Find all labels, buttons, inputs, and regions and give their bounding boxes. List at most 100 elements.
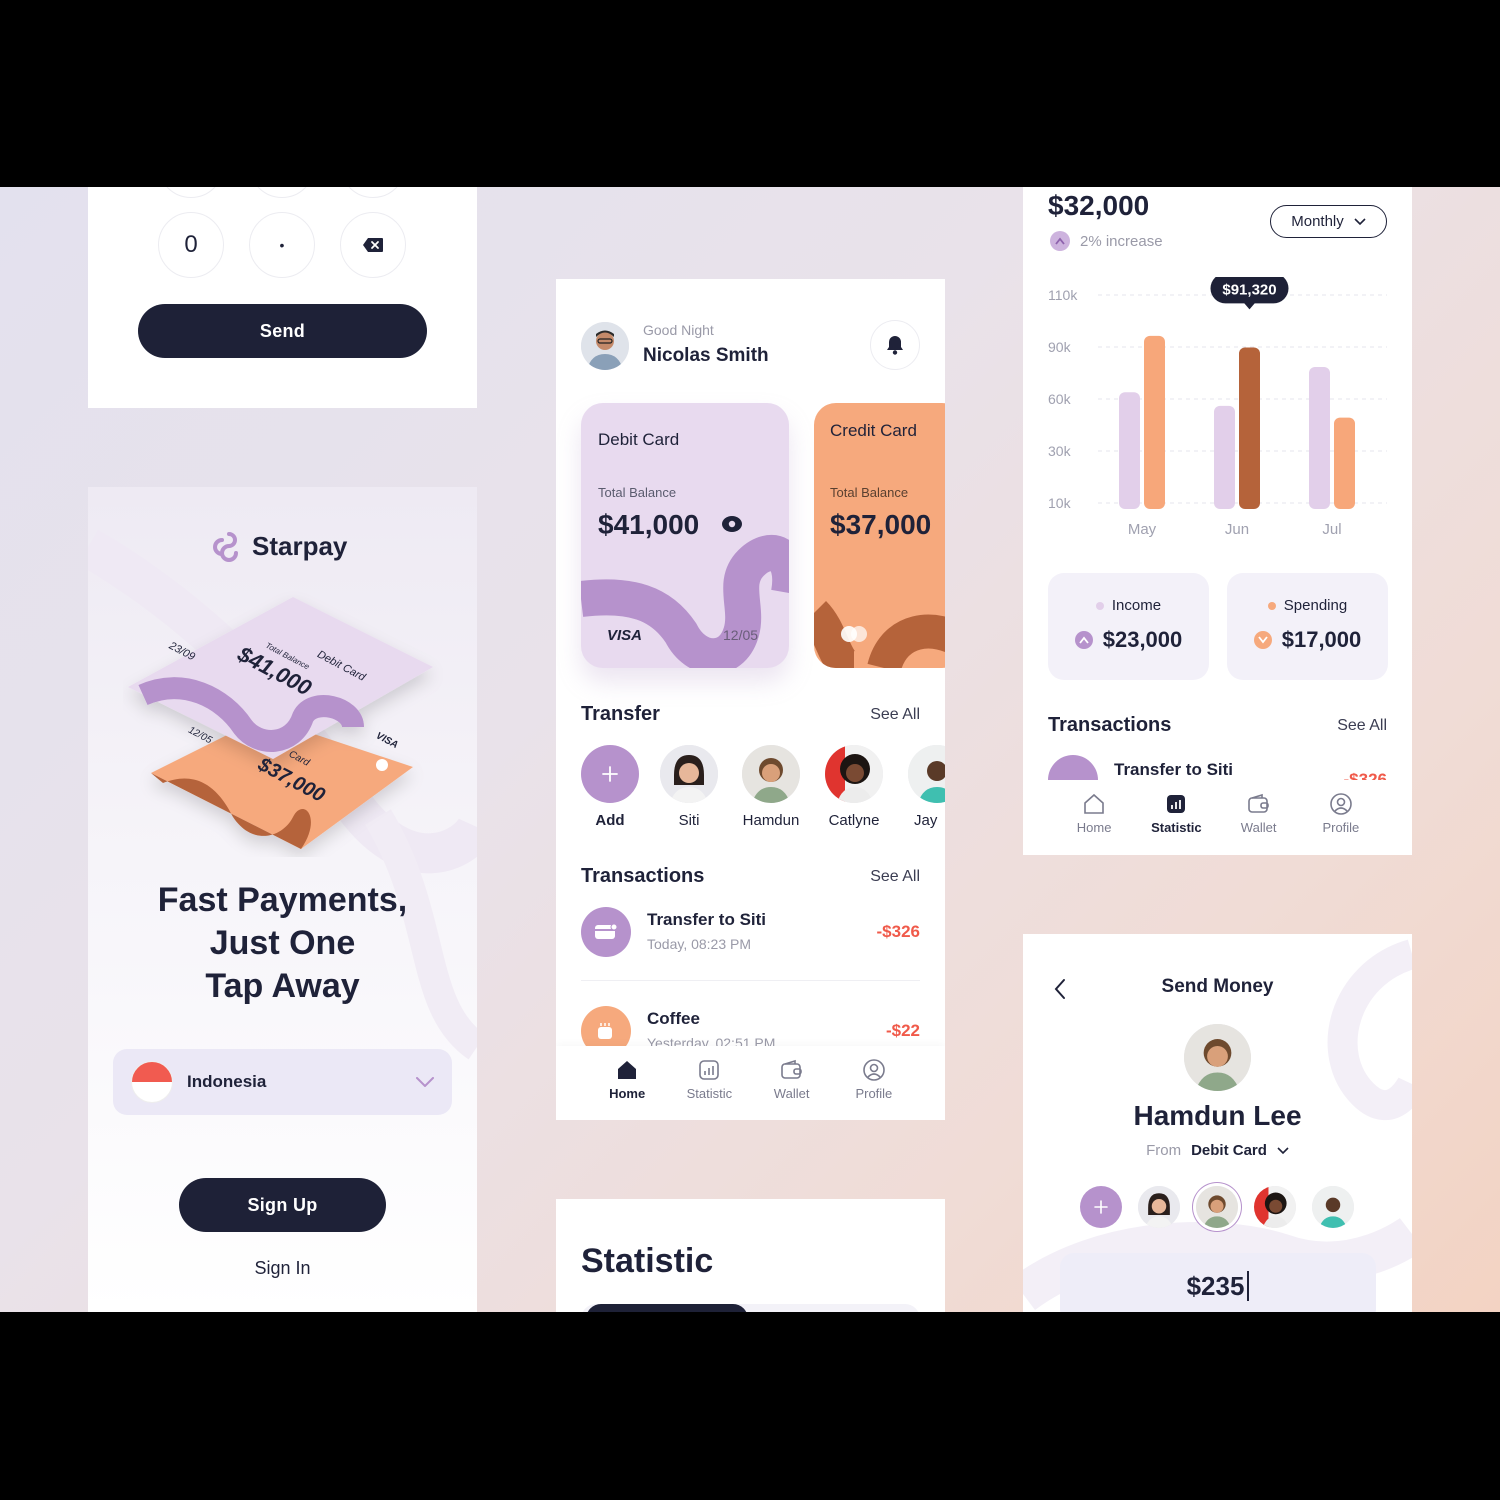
nav-statistic[interactable]: Statistic bbox=[668, 1058, 750, 1120]
wallet-icon bbox=[780, 1059, 802, 1079]
card-transfer-icon bbox=[595, 923, 618, 939]
person-portrait-icon bbox=[1254, 1186, 1296, 1228]
send-button[interactable]: Send bbox=[138, 304, 427, 358]
stats-total: $32,000 bbox=[1048, 190, 1150, 221]
amount-input[interactable]: $235 bbox=[1060, 1253, 1376, 1312]
period-dropdown[interactable]: Monthly bbox=[1270, 205, 1387, 238]
nav-home[interactable]: Home bbox=[1053, 792, 1135, 855]
arrow-down-icon bbox=[1253, 631, 1272, 649]
nav-wallet[interactable]: Wallet bbox=[751, 1058, 833, 1120]
recipient-option-avatar-selected[interactable] bbox=[1196, 1186, 1238, 1228]
bell-icon bbox=[887, 336, 903, 355]
country-value: Indonesia bbox=[187, 1072, 267, 1091]
income-value: $23,000 bbox=[1102, 627, 1183, 652]
contact-name: Jay bbox=[914, 812, 938, 829]
person-portrait-icon bbox=[660, 745, 718, 803]
income-tile[interactable]: Income $23,000 bbox=[1048, 573, 1209, 680]
increase-text: 2% increase bbox=[1080, 232, 1163, 250]
bar bbox=[1309, 366, 1330, 509]
add-contact-button[interactable] bbox=[581, 745, 639, 803]
recipient-option-avatar[interactable] bbox=[1312, 1186, 1354, 1228]
stats-transactions-title: Transactions bbox=[1048, 714, 1172, 736]
indonesia-flag-icon bbox=[131, 1061, 173, 1103]
plus-icon bbox=[1094, 1200, 1108, 1214]
contact-avatar-jay[interactable] bbox=[908, 745, 945, 803]
transaction-row[interactable]: Transfer to Siti Today, 08:23 PM -$326 bbox=[581, 907, 920, 967]
profile-icon bbox=[863, 1059, 885, 1081]
nav-profile[interactable]: Profile bbox=[1300, 792, 1382, 855]
debit-card[interactable]: Debit Card Total Balance $41,000 VISA 12… bbox=[581, 403, 789, 668]
contact-avatar-catlyne[interactable] bbox=[825, 745, 883, 803]
sign-in-link[interactable]: Sign In bbox=[88, 1258, 477, 1279]
sign-up-button[interactable]: Sign Up bbox=[179, 1178, 386, 1232]
contact-avatar-siti[interactable] bbox=[660, 745, 718, 803]
nav-statistic[interactable]: Statistic bbox=[1135, 792, 1217, 855]
bar bbox=[1214, 405, 1235, 509]
income-label-row: Income bbox=[1048, 597, 1209, 614]
transaction-amount: -$326 bbox=[876, 922, 920, 941]
user-portrait-icon bbox=[581, 322, 629, 370]
increase-indicator: 2% increase bbox=[1050, 231, 1163, 251]
numpad-key-backspace[interactable] bbox=[340, 212, 406, 278]
nav-label: Wallet bbox=[1240, 820, 1277, 835]
credit-balance: $37,000 bbox=[830, 509, 932, 540]
period-segment-active[interactable] bbox=[586, 1304, 748, 1312]
user-avatar[interactable] bbox=[581, 322, 629, 370]
coffee-cup-icon bbox=[598, 1023, 612, 1039]
debit-balance-label: Total Balance bbox=[598, 485, 677, 500]
illus-network: VISA bbox=[374, 730, 400, 751]
nav-home[interactable]: Home bbox=[586, 1058, 668, 1120]
recipient-name: Hamdun Lee bbox=[1133, 1100, 1302, 1131]
nav-label: Home bbox=[1076, 820, 1112, 835]
add-recipient-button[interactable] bbox=[1080, 1186, 1122, 1228]
nav-label: Wallet bbox=[773, 1086, 810, 1101]
transfer-see-all-link[interactable]: See All bbox=[870, 706, 920, 724]
x-tick-label: May bbox=[1128, 521, 1157, 538]
eye-icon[interactable] bbox=[721, 515, 743, 533]
headline-line-2: Just One bbox=[209, 924, 356, 962]
notification-button[interactable] bbox=[870, 320, 920, 370]
statistic-panel: Statistic bbox=[556, 1199, 945, 1312]
spending-tile[interactable]: Spending $17,000 bbox=[1227, 573, 1388, 680]
credit-card-title: Credit Card bbox=[830, 421, 917, 440]
from-account-selector[interactable]: From Debit Card bbox=[1023, 1142, 1412, 1159]
person-portrait-icon bbox=[1196, 1186, 1238, 1228]
y-tick-label: 30k bbox=[1048, 443, 1072, 459]
chevron-down-icon bbox=[1354, 217, 1366, 225]
send-money-title: Send Money bbox=[1161, 976, 1274, 997]
person-portrait-icon bbox=[1184, 1024, 1251, 1091]
starpay-logo-icon bbox=[213, 532, 238, 562]
country-select[interactable]: Indonesia bbox=[113, 1049, 452, 1115]
stats-see-all-link[interactable]: See All bbox=[1337, 717, 1387, 735]
recipient-avatar bbox=[1184, 1024, 1251, 1091]
credit-card[interactable]: Credit Card Total Balance $37,000 bbox=[814, 403, 945, 668]
numpad-key[interactable] bbox=[340, 187, 406, 198]
transactions-see-all-link[interactable]: See All bbox=[870, 868, 920, 886]
headline-line-1: Fast Payments, bbox=[157, 881, 408, 919]
income-legend-dot bbox=[1095, 602, 1104, 610]
recipient-option-avatar[interactable] bbox=[1254, 1186, 1296, 1228]
nav-label: Statistic bbox=[686, 1086, 733, 1101]
y-tick-label: 60k bbox=[1048, 391, 1072, 407]
numpad-panel: 0 • Send bbox=[88, 187, 477, 408]
numpad-key[interactable] bbox=[249, 187, 315, 198]
x-tick-label: Jul bbox=[1322, 521, 1341, 538]
spending-value: $17,000 bbox=[1281, 627, 1362, 652]
numpad-key[interactable] bbox=[158, 187, 224, 198]
backspace-icon bbox=[363, 238, 383, 252]
headline-line-3: Tap Away bbox=[205, 967, 360, 1005]
transaction-title: Coffee bbox=[647, 1009, 700, 1028]
home-icon bbox=[1084, 793, 1104, 814]
tooltip-text: $91,320 bbox=[1222, 281, 1276, 298]
contact-avatar-hamdun[interactable] bbox=[742, 745, 800, 803]
arrow-up-icon bbox=[1074, 631, 1093, 649]
numpad-key-dot[interactable]: • bbox=[249, 212, 315, 278]
recipient-option-avatar[interactable] bbox=[1138, 1186, 1180, 1228]
nav-profile[interactable]: Profile bbox=[833, 1058, 915, 1120]
bar bbox=[1119, 392, 1140, 509]
income-value-row: $23,000 bbox=[1048, 627, 1209, 653]
nav-wallet[interactable]: Wallet bbox=[1218, 792, 1300, 855]
numpad-key-0[interactable]: 0 bbox=[158, 212, 224, 278]
bar-chart: 110k 90k 60k 30k 10k May Jun Jul $91,320 bbox=[1048, 277, 1387, 538]
spending-label: Spending bbox=[1283, 597, 1348, 614]
